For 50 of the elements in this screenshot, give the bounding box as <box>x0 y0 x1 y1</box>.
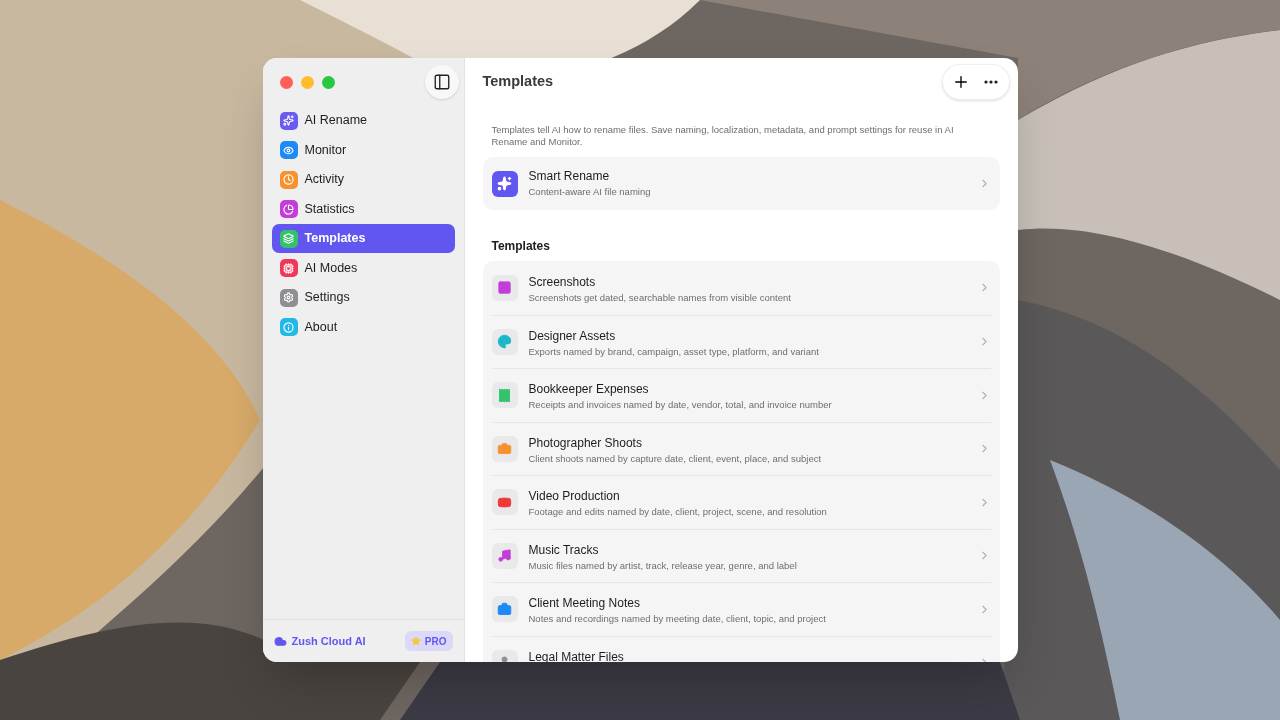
smart-rename-card[interactable]: Smart Rename Content-aware AI file naming <box>482 157 1000 210</box>
template-title: Bookkeeper Expenses <box>528 381 650 399</box>
template-subtitle: Screenshots get dated, searchable names from visible content <box>528 290 792 305</box>
pro-label: PRO <box>424 634 447 649</box>
template-row[interactable]: Client Meeting Notes Notes and recordings named by meeting date, client, topic, and project <box>491 582 991 636</box>
page-title: Templates <box>482 72 554 92</box>
section-heading: Templates <box>490 238 551 255</box>
card-subtitle: Content-aware AI file naming <box>528 185 652 200</box>
template-subtitle: Client shoots named by capture date, client, event, place, and subject <box>528 451 823 466</box>
sidebar-icon <box>432 73 451 91</box>
sidebar-item[interactable]: Statistics <box>271 194 455 224</box>
sidebar-item[interactable]: AI Modes <box>271 253 455 283</box>
template-subtitle: Notes and recordings named by meeting date, client, topic, and project <box>528 612 827 627</box>
palette-icon <box>491 328 518 355</box>
template-row[interactable]: Photographer Shoots Client shoots named by capture date, client, event, place, and subject <box>491 421 991 475</box>
template-subtitle: Footage and edits named by date, client, project, scene, and resolution <box>528 505 828 520</box>
template-title: Screenshots <box>528 273 597 291</box>
template-title: Designer Assets <box>528 327 617 345</box>
template-row[interactable]: Screenshots Screenshots get dated, searchable names from visible content <box>491 261 991 315</box>
template-row[interactable]: Designer Assets Exports named by brand, campaign, asset type, platform, and variant <box>491 314 991 368</box>
description-text: Templates tell AI how to rename files. Save naming, localization, metadata, and prompt settings for reuse in AI Rename and Monitor. <box>490 124 955 148</box>
more-icon <box>983 80 998 84</box>
template-subtitle: Exports named by brand, campaign, asset type, platform, and variant <box>528 344 820 359</box>
music-note-icon <box>491 542 518 569</box>
sidebar-item[interactable]: Monitor <box>271 135 455 165</box>
template-title: Video Production <box>528 488 621 506</box>
camera-icon <box>491 435 518 462</box>
receipt-icon <box>491 382 518 409</box>
template-subtitle: Music files named by artist, track, release year, genre, and label <box>528 558 798 573</box>
template-row[interactable]: Bookkeeper Expenses Receipts and invoices named by date, vendor, total, and invoice number <box>491 368 991 422</box>
sidebar-item[interactable]: AI Rename <box>271 106 455 135</box>
template-title: Client Meeting Notes <box>528 595 641 613</box>
template-row[interactable]: Video Production Footage and edits named by date, client, project, scene, and resolution <box>491 475 991 529</box>
sidebar-toggle-button[interactable] <box>424 65 459 99</box>
sidebar-item[interactable]: About <box>271 312 455 342</box>
sidebar-item[interactable]: Templates <box>271 224 455 253</box>
template-title: Photographer Shoots <box>528 434 643 452</box>
close-window-button[interactable] <box>279 75 293 89</box>
briefcase-icon <box>491 596 518 623</box>
star-icon <box>410 636 421 646</box>
pro-badge[interactable]: PRO <box>404 631 453 651</box>
template-row[interactable]: Music Tracks Music files named by artist, track, release year, genre, and label <box>491 528 991 582</box>
template-title: Music Tracks <box>528 541 600 559</box>
sidebar-item[interactable]: Activity <box>271 165 455 194</box>
template-subtitle: Receipts and invoices named by date, vendor, total, and invoice number <box>528 398 833 413</box>
sidebar-item[interactable]: Settings <box>271 283 455 312</box>
card-title: Smart Rename <box>528 168 611 186</box>
cloud-icon <box>273 634 287 648</box>
cloud-label[interactable]: Zush Cloud AI <box>291 632 366 650</box>
sparkle-icon <box>491 170 518 197</box>
